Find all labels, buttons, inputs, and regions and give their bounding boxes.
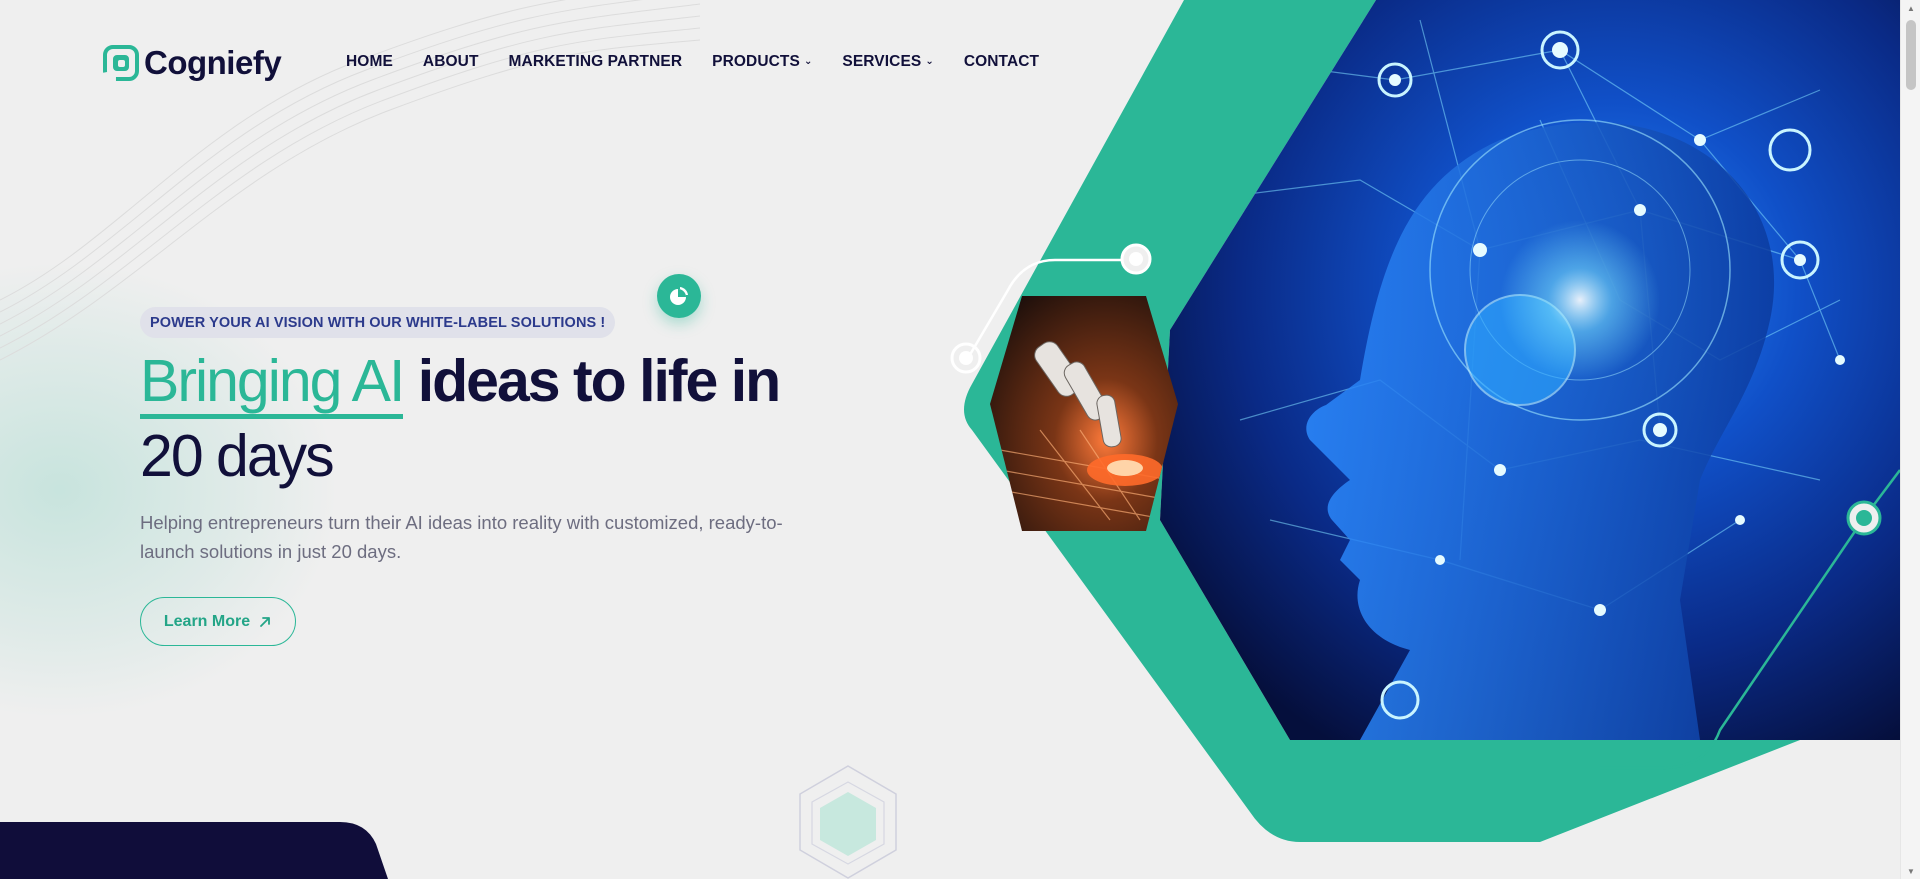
nav-item-services[interactable]: SERVICES ⌄: [842, 53, 933, 71]
nav-item-products[interactable]: PRODUCTS ⌄: [712, 53, 812, 71]
hero-headline: Bringing AI ideas to life in 20 days: [140, 344, 840, 494]
hero-ai-illustration: [950, 0, 1900, 842]
nav-label: SERVICES: [842, 53, 922, 70]
scroll-up-arrow-icon[interactable]: ▲: [1901, 0, 1920, 16]
chevron-down-icon: ⌄: [925, 56, 934, 67]
nav-label: PRODUCTS: [712, 53, 800, 70]
pie-chart-icon: [670, 287, 688, 305]
pie-chart-badge: [657, 274, 701, 318]
headline-accent: Bringing AI: [140, 348, 405, 419]
hero-tagline: POWER YOUR AI VISION WITH OUR WHITE-LABE…: [140, 307, 616, 338]
nav-item-about[interactable]: ABOUT: [423, 53, 479, 71]
scroll-down-arrow-icon[interactable]: ▼: [1901, 863, 1920, 879]
bottom-navy-shape: [0, 822, 388, 879]
cogniefy-logo-icon: [103, 45, 139, 81]
brand-name: Cogniefy: [144, 44, 282, 81]
nav-item-home[interactable]: HOME: [346, 53, 393, 71]
hero-subtext: Helping entrepreneurs turn their AI idea…: [140, 512, 783, 562]
page: Cogniefy HOME ABOUT MARKETING PARTNER PR…: [0, 0, 1900, 879]
learn-more-label: Learn More: [163, 612, 251, 630]
learn-more-button[interactable]: Learn More: [140, 597, 296, 646]
headline-bold: ideas to life in: [403, 348, 781, 414]
nav-label: HOME: [346, 53, 393, 70]
hexagon-cube-decoration: [799, 765, 897, 879]
headline-light: 20 days: [140, 423, 335, 489]
vertical-scrollbar[interactable]: ▲ ▼: [1900, 0, 1920, 879]
nav-label: ABOUT: [422, 53, 479, 70]
brand-logo[interactable]: Cogniefy: [102, 44, 282, 82]
arrow-up-right-icon: [260, 616, 271, 627]
chevron-down-icon: ⌄: [803, 56, 813, 67]
nav-label: MARKETING PARTNER: [508, 53, 683, 70]
scrollbar-thumb[interactable]: [1906, 20, 1916, 90]
nav-item-marketing-partner[interactable]: MARKETING PARTNER: [509, 53, 683, 71]
main-nav: HOME ABOUT MARKETING PARTNER PRODUCTS ⌄ S…: [346, 53, 1039, 71]
